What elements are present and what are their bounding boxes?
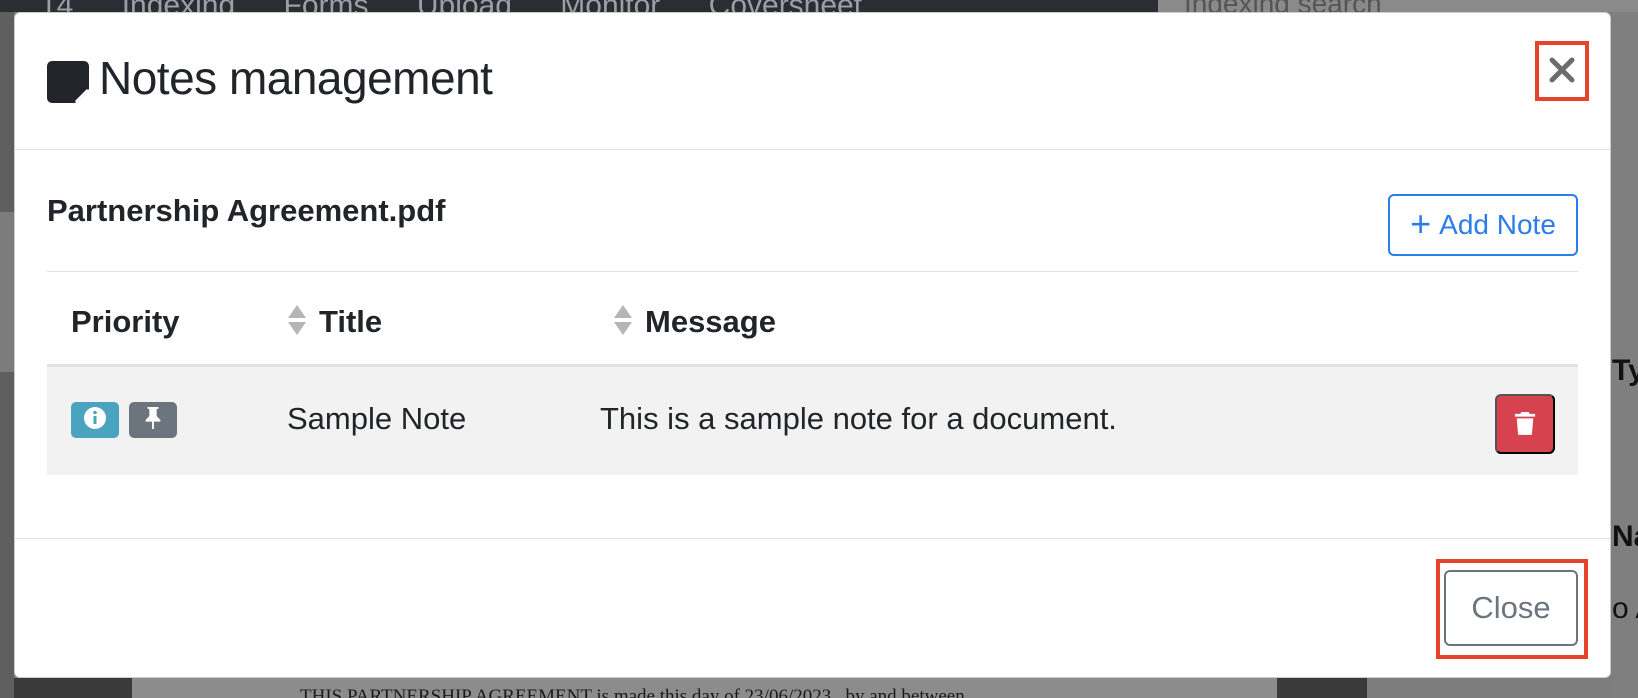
note-title-cell: Sample Note [287,401,467,436]
sort-icon[interactable] [613,304,633,336]
background-nav-item: Coversheet [709,0,862,12]
modal-body: Partnership Agreement.pdf + Add Note Pri… [15,151,1610,538]
add-note-label: Add Note [1439,209,1556,240]
plus-icon: + [1410,202,1432,244]
background-nav-item: Indexing [122,0,235,12]
note-message-cell: This is a sample note for a document. [600,401,1117,436]
background-navbar: 14 Indexing Forms Upload Monitor Coversh… [0,0,1160,12]
trash-icon [1514,410,1536,439]
info-priority-badge [71,402,119,438]
background-text-fragment: Ty [1612,354,1638,387]
background-text-fragment: Na [1612,520,1638,553]
notes-table: Priority Title Message Sample Note This … [47,271,1578,475]
modal-close-x-button[interactable] [1535,41,1589,101]
modal-footer: Close [15,538,1610,679]
sticky-note-icon [47,61,90,104]
column-header-message[interactable]: Message [645,304,776,340]
close-button[interactable]: Close [1444,570,1578,646]
delete-note-button[interactable] [1495,394,1555,454]
table-row: Sample Note This is a sample note for a … [47,367,1578,475]
background-document-text: THIS PARTNERSHIP AGREEMENT is made this … [132,678,1277,698]
thumbtack-icon [142,406,164,435]
background-nav-item: Forms [284,0,369,12]
background-left-edge [0,12,14,698]
sort-icon[interactable] [287,304,307,336]
table-header: Priority Title Message [47,271,1578,367]
column-header-priority[interactable]: Priority [71,304,180,340]
document-name: Partnership Agreement.pdf [47,193,446,228]
background-search-input: Indexing search [1158,0,1638,12]
modal-header: Notes management [15,13,1610,150]
background-nav-item: Monitor [560,0,660,12]
background-nav-item: 14 [40,0,73,12]
add-note-button[interactable]: + Add Note [1388,194,1578,256]
background-text-fragment: o A [1612,592,1638,625]
column-header-title[interactable]: Title [319,304,382,340]
pinned-badge [129,402,177,438]
notes-modal: Notes management Partnership Agreement.p… [14,12,1611,678]
info-icon [83,406,107,435]
close-icon [1549,57,1575,86]
background-nav-item: Upload [417,0,512,12]
background-right-edge: Ty Na o A [1610,12,1638,698]
background-right-panel [1367,678,1610,698]
modal-title: Notes management [99,52,493,104]
